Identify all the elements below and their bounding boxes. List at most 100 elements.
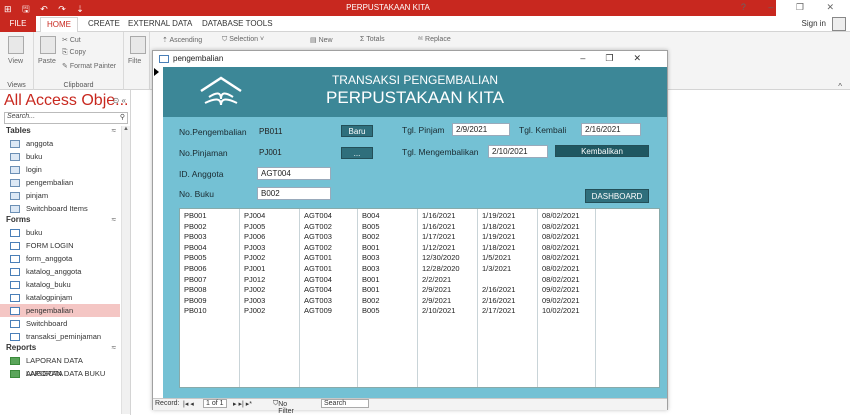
nav-item-switchboard-items[interactable]: Switchboard Items	[0, 202, 120, 215]
list-cell: AGT001	[304, 264, 332, 273]
collapse-chevron-icon[interactable]: ≈	[112, 215, 116, 224]
tab-home[interactable]: HOME	[40, 17, 78, 33]
tgl-kembali-field[interactable]: 2/16/2021	[581, 123, 641, 136]
paste-icon[interactable]	[40, 36, 56, 54]
new-record-button[interactable]: ▤ New	[310, 36, 333, 44]
no-buku-field[interactable]: B002	[257, 187, 331, 200]
selection-button[interactable]: ⛉ Selection ˅	[222, 36, 264, 44]
nav-item-katalog-buku[interactable]: katalog_buku	[0, 278, 120, 291]
list-cell: AGT003	[304, 295, 332, 305]
list-cell: B001	[362, 274, 380, 284]
form-window-titlebar[interactable]: pengembalian –❐✕	[153, 51, 667, 67]
tgl-pinjam-field[interactable]: 2/9/2021	[452, 123, 510, 136]
tgl-kembali-label: Tgl. Kembali	[519, 125, 567, 135]
list-row[interactable]: PB010 PJ002 AGT009 B005 2/10/2021 2/17/2021 10…	[180, 306, 659, 316]
collapse-chevron-icon[interactable]: ≈	[112, 126, 116, 135]
list-cell: 1/12/2021	[422, 242, 456, 252]
nav-item-switchboard[interactable]: Switchboard	[0, 317, 120, 330]
list-row[interactable]: PB002 PJ005 AGT002 B005 1/16/2021 1/18/2021 08…	[180, 222, 659, 232]
nav-scrollbar[interactable]: ▲	[121, 126, 130, 414]
nav-section-reports[interactable]: Reports ≈	[0, 343, 120, 354]
list-row[interactable]: PB003 PJ006 AGT003 B002 1/17/2021 1/19/2021 08…	[180, 232, 659, 242]
collapse-chevron-icon[interactable]: ≈	[112, 343, 116, 352]
paste-button[interactable]: Paste	[38, 58, 56, 65]
nav-pane-header[interactable]: All Access Obje...	[4, 92, 129, 110]
list-cell: B002	[362, 232, 380, 242]
first-record-button[interactable]: |◂ ◂	[183, 400, 194, 408]
table-icon	[10, 166, 20, 174]
nav-item-pengembalian[interactable]: pengembalian	[0, 176, 120, 189]
cut-button[interactable]: ✂ Cut	[62, 36, 81, 44]
list-row[interactable]: PB008 PJ002 AGT004 B001 2/9/2021 2/16/2021 09/…	[180, 285, 659, 295]
list-row[interactable]: PB007 PJ012 AGT004 B001 2/2/2021 08/02/2021	[180, 275, 659, 285]
filter-button[interactable]: Filte	[128, 58, 141, 65]
tab-create[interactable]: CREATE	[88, 19, 120, 28]
id-anggota-field[interactable]: AGT004	[257, 167, 331, 180]
format-painter-button[interactable]: ✎ Format Painter	[62, 62, 116, 70]
form-window-controls[interactable]: –❐✕	[580, 53, 661, 64]
nav-item-katalog-anggota[interactable]: katalog_anggota	[0, 265, 120, 278]
nav-item-katalogpinjam[interactable]: katalogpinjam	[0, 291, 120, 304]
record-position-field[interactable]: 1 of 1	[203, 399, 227, 408]
nav-item-anggota[interactable]: anggota	[0, 137, 120, 150]
search-icon[interactable]: ⚲	[120, 113, 125, 121]
list-row[interactable]: PB001 PJ004 AGT004 B004 1/16/2021 1/19/2021 08…	[180, 211, 659, 221]
replace-button[interactable]: ᵃᶜ Replace	[418, 36, 451, 43]
view-icon[interactable]	[8, 36, 24, 54]
form-icon	[10, 255, 20, 263]
tab-database-tools[interactable]: DATABASE TOOLS	[202, 19, 273, 28]
nav-item-transaksi-peminjaman[interactable]: transaksi_peminjaman	[0, 330, 120, 343]
nav-item-pengembalian[interactable]: pengembalian	[0, 304, 120, 317]
pengembalian-list[interactable]: PB001 PJ004 AGT004 B004 1/16/2021 1/19/2021 08…	[179, 208, 660, 388]
nav-item-pinjam[interactable]: pinjam	[0, 189, 120, 202]
filter-indicator[interactable]: ⛉ No Filter	[273, 400, 294, 415]
list-cell: 1/18/2021	[482, 221, 516, 231]
next-record-buttons[interactable]: ▸ ▸| ▸*	[233, 400, 252, 408]
list-cell: PJ002	[244, 306, 266, 316]
baru-button[interactable]: Baru	[341, 125, 373, 137]
no-pinjaman-value[interactable]: PJ001	[259, 148, 282, 157]
sign-in-link[interactable]: Sign in	[802, 19, 826, 28]
form-icon	[10, 281, 20, 289]
tab-external-data[interactable]: EXTERNAL DATA	[128, 19, 192, 28]
tgl-pinjam-label: Tgl. Pinjam	[402, 125, 445, 135]
navigation-pane: All Access Obje... ⊙ « Search... ⚲ Table…	[0, 90, 131, 415]
nav-item-label: katalog_anggota	[26, 267, 82, 276]
window-controls[interactable]: ? – ❐ ✕	[741, 2, 844, 13]
filter-icon[interactable]	[130, 36, 146, 54]
tab-file[interactable]: FILE	[0, 16, 36, 32]
collapse-ribbon-icon[interactable]: ^	[838, 82, 842, 91]
nav-section-tables[interactable]: Tables ≈	[0, 126, 120, 137]
nav-item-form-login[interactable]: FORM LOGIN	[0, 239, 120, 252]
lookup-button[interactable]: ...	[341, 147, 373, 159]
nav-item-laporan-data-anggota[interactable]: LAPORAN DATA ANGGOTA	[0, 354, 120, 378]
record-navigation-bar: Record: |◂ ◂ 1 of 1 ▸ ▸| ▸* ⛉ No Filter …	[153, 398, 667, 415]
user-avatar-icon[interactable]	[832, 17, 846, 31]
list-row[interactable]: PB004 PJ003 AGT002 B001 1/12/2021 1/18/2021 08…	[180, 243, 659, 253]
nav-item-label: buku	[26, 152, 43, 161]
dashboard-button[interactable]: DASHBOARD	[585, 189, 649, 203]
kembalikan-button[interactable]: Kembalikan	[555, 145, 649, 157]
view-button[interactable]: View	[8, 58, 23, 65]
nav-item-buku[interactable]: buku	[0, 226, 120, 239]
copy-button[interactable]: ⎘ Copy	[62, 49, 86, 57]
nav-item-form-anggota[interactable]: form_anggota	[0, 252, 120, 265]
no-pengembalian-value[interactable]: PB011	[259, 127, 282, 136]
ascending-button[interactable]: ⇡ Ascending	[162, 36, 202, 44]
totals-label: Totals	[366, 36, 385, 43]
nav-section-forms[interactable]: Forms ≈	[0, 215, 120, 226]
record-search-field[interactable]: Search	[321, 399, 369, 408]
selection-label: Selection ˅	[229, 36, 265, 43]
list-row[interactable]: PB005 PJ002 AGT001 B003 12/30/2020 1/5/2021 08…	[180, 253, 659, 263]
list-row[interactable]: PB009 PJ003 AGT003 B002 2/9/2021 2/16/2021 09/…	[180, 296, 659, 306]
nav-item-buku[interactable]: buku	[0, 150, 120, 163]
totals-button[interactable]: Σ Totals	[360, 36, 385, 43]
scroll-up-icon[interactable]: ▲	[122, 126, 130, 132]
list-row[interactable]: PB006 PJ001 AGT001 B003 12/28/2020 1/3/2021 08…	[180, 264, 659, 274]
nav-item-login[interactable]: login	[0, 163, 120, 176]
tgl-mengembalikan-field[interactable]: 2/10/2021	[488, 145, 548, 158]
nav-pane-controls[interactable]: ⊙ «	[113, 96, 126, 105]
nav-item-laporan-data-buku[interactable]: LAPORAN DATA BUKU	[0, 367, 120, 380]
nav-search-input[interactable]: Search... ⚲	[4, 112, 128, 124]
no-buku-label: No. Buku	[179, 189, 214, 199]
